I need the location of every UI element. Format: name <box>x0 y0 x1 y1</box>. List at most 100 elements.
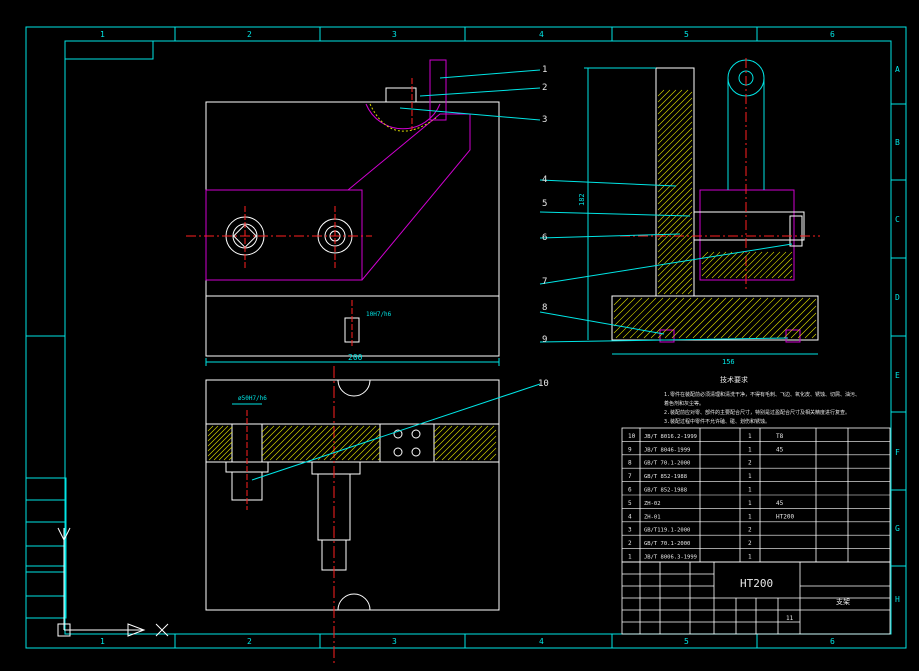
hatch-stroke <box>657 89 665 97</box>
bom-qty: 1 <box>748 473 752 480</box>
tech-req-line: 1.零件在装配前必须清理和清洗干净，不得有毛刺、飞边、氧化皮、锈蚀、切屑、油污、 <box>664 391 860 398</box>
bom-no: 1 <box>628 554 632 561</box>
drawing-frame <box>25 26 907 649</box>
bom-qty: 1 <box>748 433 752 440</box>
row-label-right: B <box>895 138 900 147</box>
hatch-stroke <box>811 333 817 339</box>
hatch-stroke <box>433 425 441 433</box>
bom-code: JB/T 8016.2-1999 <box>644 434 697 440</box>
hatch-stroke <box>687 289 693 295</box>
row-label-right: H <box>895 595 900 604</box>
column-label-bottom: 4 <box>539 637 544 646</box>
title-drawing-name: 支架 <box>836 597 850 606</box>
column-labels-bottom: 1 2 3 4 5 6 <box>100 637 835 646</box>
hatch-stroke <box>771 257 793 279</box>
bom-code: GB/T119.1-2000 <box>644 528 690 534</box>
hatch-stroke <box>223 451 233 461</box>
row-label-right: G <box>895 524 900 533</box>
hatch-stroke <box>433 425 465 457</box>
bom-qty: 1 <box>748 446 752 453</box>
hatch-stroke <box>790 312 817 339</box>
column-label-top: 5 <box>684 30 689 39</box>
bom-no: 5 <box>628 500 632 507</box>
side-view-hatch <box>613 89 817 339</box>
row-label-right: D <box>895 293 900 302</box>
hatch-stroke <box>681 283 693 295</box>
bom-no: 6 <box>628 487 632 494</box>
hatch-stroke <box>218 446 233 461</box>
hatch-stroke <box>789 275 793 279</box>
column-label-bottom: 1 <box>100 637 105 646</box>
row-label-right: A <box>895 65 900 74</box>
hatch-stroke <box>489 453 497 461</box>
hatch-stroke <box>433 425 459 451</box>
column-label-top: 6 <box>830 30 835 39</box>
hatch-stroke <box>657 89 671 103</box>
bom-code: GB/T 70.1-2000 <box>644 461 690 467</box>
bom-code: ZH-02 <box>644 501 661 507</box>
callout-label: 10 <box>538 379 549 389</box>
hatch-stroke <box>261 425 293 457</box>
bom-no: 9 <box>628 446 632 453</box>
column-label-bottom: 3 <box>392 637 397 646</box>
hatch-stroke <box>365 445 381 461</box>
hatch-stroke <box>657 89 683 115</box>
hatch-stroke <box>207 425 219 437</box>
hatch-stroke <box>613 297 629 313</box>
bom-code: JB/T 8006.3-1999 <box>644 555 697 561</box>
bom-no: 4 <box>628 513 632 520</box>
column-label-top: 3 <box>392 30 397 39</box>
front-view <box>186 59 500 366</box>
title-material: HT200 <box>740 577 773 590</box>
hatch-stroke <box>663 265 693 295</box>
hatch-stroke <box>208 436 233 461</box>
column-label-bottom: 2 <box>247 637 252 646</box>
dim-front-width: 200 <box>348 353 363 362</box>
row-label-right: C <box>895 215 900 224</box>
top-view-hatch <box>207 425 497 461</box>
bom-qty: 2 <box>748 460 752 467</box>
tech-req-lines: 1.零件在装配前必须清理和清洗干净，不得有毛刺、飞边、氧化皮、锈蚀、切屑、油污、… <box>664 391 860 425</box>
callout-label: 3 <box>542 115 547 125</box>
dim-side-height: 182 <box>578 193 586 206</box>
bom-code: GB/T 70.1-2000 <box>644 541 690 547</box>
bom-no: 2 <box>628 540 632 547</box>
dim-bore-tolerance: ø50H7/h6 <box>238 395 267 402</box>
hatch-stroke <box>261 425 269 433</box>
hatch-stroke <box>804 326 817 339</box>
tech-req-line: 着色剂和灰尘等。 <box>664 400 704 407</box>
bom-material: 45 <box>776 446 784 453</box>
hatch-stroke <box>613 297 622 306</box>
bom-rows: 10 JB/T 8016.2-1999 1 T89 JB/T 8046-1999 1 458… <box>622 433 890 563</box>
bom-qty: 1 <box>748 554 752 561</box>
column-label-top: 2 <box>247 30 252 39</box>
callout-label: 1 <box>542 65 547 75</box>
hatch-stroke <box>483 447 497 461</box>
dim-fit-tolerance: 10H7/h6 <box>366 311 392 318</box>
hatch-stroke <box>613 297 643 327</box>
callout-label: 6 <box>542 233 547 243</box>
bom-no: 7 <box>628 473 632 480</box>
callout-label: 5 <box>542 199 547 209</box>
callout-label: 8 <box>542 303 547 313</box>
bom-qty: 2 <box>748 527 752 534</box>
hatch-stroke <box>207 426 233 452</box>
hatch-stroke <box>657 89 689 121</box>
column-label-bottom: 6 <box>830 637 835 646</box>
cad-drawing-canvas[interactable]: 123456 123456 ABCDEFGH 200 10H7/h6 ø50H7… <box>0 0 919 671</box>
column-label-top: 1 <box>100 30 105 39</box>
hatch-stroke <box>207 431 233 457</box>
bom-code: ZH-01 <box>644 514 661 520</box>
hatch-stroke <box>207 425 229 447</box>
bom-material: HT200 <box>776 513 794 520</box>
callout-labels: 1 2 3 4 5 6 7 8 9 10 <box>538 65 549 389</box>
top-view <box>205 366 500 664</box>
hatch-stroke <box>433 425 447 439</box>
hatch-stroke <box>777 263 793 279</box>
column-label-bottom: 5 <box>684 637 689 646</box>
hatch-stroke <box>471 435 497 461</box>
bom-qty: 1 <box>748 500 752 507</box>
ucs-axis-icon <box>57 527 169 637</box>
tech-req-line: 3.装配过程中零件不允许磕、碰、划伤和锈蚀。 <box>664 418 770 425</box>
row-label-right: F <box>895 448 900 457</box>
